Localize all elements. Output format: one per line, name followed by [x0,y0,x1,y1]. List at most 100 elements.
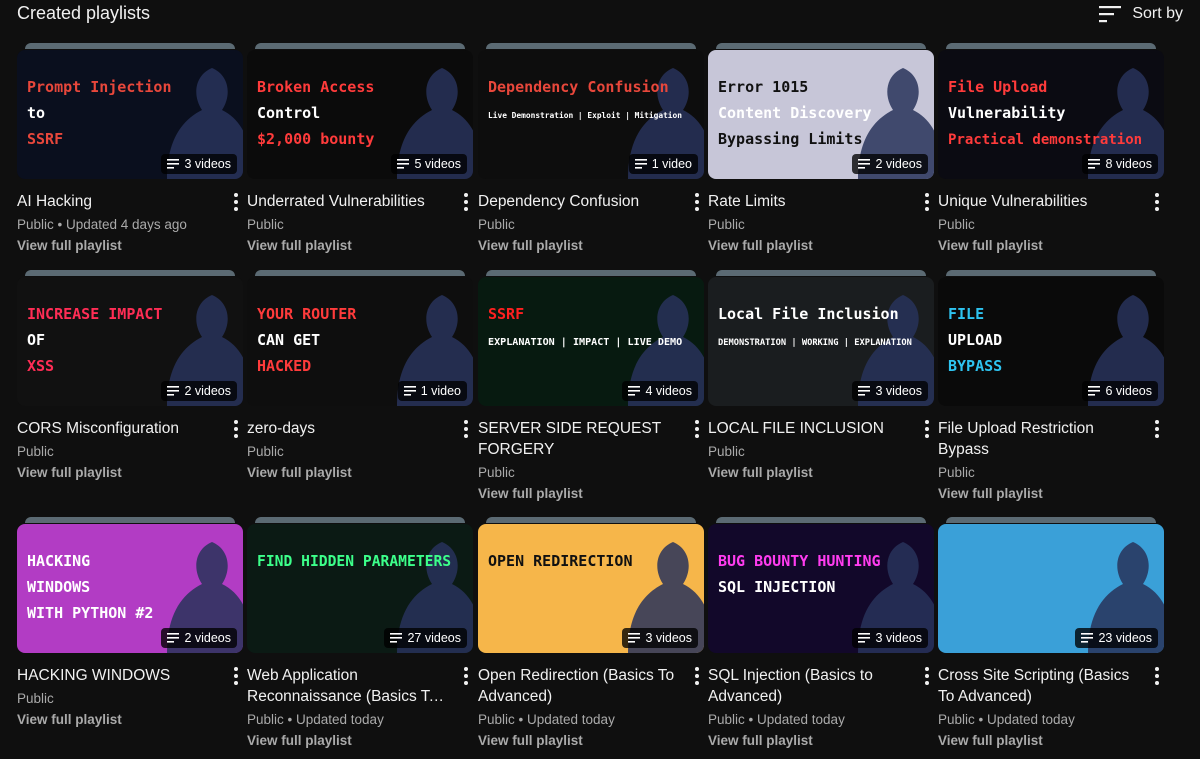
playlist-icon [167,386,180,396]
playlist-card[interactable]: Broken Access Control $2,000 bounty 5 vide… [247,43,473,257]
playlist-thumbnail-stack[interactable]: FILE UPLOAD BYPASS 6 videos [938,270,1164,406]
playlist-thumbnail-stack[interactable]: Prompt Injection to SSRF 3 videos [17,43,243,179]
view-full-playlist-link[interactable]: View full playlist [938,730,1164,752]
playlist-thumbnail-stack[interactable]: INCREASE IMPACT OF XSS 2 videos [17,270,243,406]
playlist-card[interactable]: YOUR ROUTER CAN GET HACKED 1 video zero-da… [247,270,473,484]
playlist-thumbnail-stack[interactable]: OPEN REDIRECTION 3 videos [478,517,704,653]
playlist-title[interactable]: HACKING WINDOWS [17,665,215,686]
playlist-thumbnail-stack[interactable]: Error 1015 Content Discovery Bypassing Lim… [708,43,934,179]
sort-button[interactable]: Sort by [1098,2,1183,26]
playlist-thumbnail-stack[interactable]: 23 videos [938,517,1164,653]
playlist-title[interactable]: Cross Site Scripting (Basics To Advanced… [938,665,1136,707]
view-full-playlist-link[interactable]: View full playlist [478,235,704,257]
playlist-thumbnail-stack[interactable]: Broken Access Control $2,000 bounty 5 vide… [247,43,473,179]
playlist-card[interactable]: Local File Inclusion DEMONSTRATION | WORK… [708,270,934,484]
playlist-stack-edge [946,43,1156,49]
thumbnail-text: $2,000 bounty [257,130,374,148]
playlist-thumbnail-stack[interactable]: Dependency Confusion Live Demonstration |… [478,43,704,179]
more-vert-icon [234,193,238,211]
more-actions-button[interactable] [1148,191,1166,213]
playlist-title[interactable]: LOCAL FILE INCLUSION [708,418,906,439]
more-actions-button[interactable] [457,665,475,687]
playlist-card[interactable]: INCREASE IMPACT OF XSS 2 videos CORS Misco… [17,270,243,484]
video-count-badge: 4 videos [622,381,698,401]
playlist-title[interactable]: Web Application Reconnaissance (Basics T… [247,665,445,707]
video-count-badge: 2 videos [161,628,237,648]
playlist-title[interactable]: SQL Injection (Basics to Advanced) [708,665,906,707]
view-full-playlist-link[interactable]: View full playlist [17,462,243,484]
view-full-playlist-link[interactable]: View full playlist [708,730,934,752]
video-count: 1 video [651,157,692,171]
view-full-playlist-link[interactable]: View full playlist [938,235,1164,257]
playlist-card[interactable]: BUG BOUNTY HUNTING SQL INJECTION 3 videos… [708,517,934,752]
playlist-title[interactable]: Dependency Confusion [478,191,676,212]
video-count-badge: 3 videos [852,381,928,401]
more-actions-button[interactable] [1148,418,1166,440]
more-actions-button[interactable] [1148,665,1166,687]
playlist-title[interactable]: SERVER SIDE REQUEST FORGERY [478,418,676,460]
view-full-playlist-link[interactable]: View full playlist [478,730,704,752]
more-actions-button[interactable] [457,418,475,440]
more-actions-button[interactable] [688,665,706,687]
view-full-playlist-link[interactable]: View full playlist [938,483,1164,505]
playlist-card[interactable]: SSRF EXPLANATION | IMPACT | LIVE DEMO 4 v… [478,270,704,505]
view-full-playlist-link[interactable]: View full playlist [247,730,473,752]
playlist-title[interactable]: CORS Misconfiguration [17,418,215,439]
playlist-card[interactable]: Prompt Injection to SSRF 3 videos AI Hacki… [17,43,243,257]
thumbnail-text: UPLOAD [948,331,1002,349]
playlist-meta: Public • Updated today [247,712,384,727]
playlist-icon [1081,633,1094,643]
view-full-playlist-link[interactable]: View full playlist [708,462,934,484]
playlist-card[interactable]: HACKING WINDOWS WITH PYTHON #2 2 videos HA… [17,517,243,731]
playlist-card[interactable]: OPEN REDIRECTION 3 videos Open Redirecti… [478,517,704,752]
more-actions-button[interactable] [688,418,706,440]
more-actions-button[interactable] [227,418,245,440]
playlist-thumbnail-stack[interactable]: Local File Inclusion DEMONSTRATION | WORK… [708,270,934,406]
playlist-meta: Public [17,691,54,706]
thumbnail-text: Error 1015 [718,78,808,96]
more-vert-icon [234,667,238,685]
more-actions-button[interactable] [918,191,936,213]
playlist-title[interactable]: Underrated Vulnerabilities [247,191,445,212]
playlist-card[interactable]: Dependency Confusion Live Demonstration |… [478,43,704,257]
thumbnail-text: HACKED [257,357,311,375]
playlist-card[interactable]: Error 1015 Content Discovery Bypassing Lim… [708,43,934,257]
playlist-thumbnail-stack[interactable]: BUG BOUNTY HUNTING SQL INJECTION 3 videos [708,517,934,653]
view-full-playlist-link[interactable]: View full playlist [247,235,473,257]
playlist-thumbnail-stack[interactable]: File Upload Vulnerability Practical demons… [938,43,1164,179]
view-full-playlist-link[interactable]: View full playlist [17,235,243,257]
playlist-title[interactable]: zero-days [247,418,445,439]
playlist-title[interactable]: Open Redirection (Basics To Advanced) [478,665,676,707]
playlist-thumbnail-stack[interactable]: FIND HIDDEN PARAMETERS 27 videos [247,517,473,653]
playlist-title[interactable]: File Upload Restriction Bypass [938,418,1136,460]
playlist-meta: Public [478,217,515,232]
playlist-title[interactable]: Rate Limits [708,191,906,212]
playlist-thumbnail-stack[interactable]: SSRF EXPLANATION | IMPACT | LIVE DEMO 4 v… [478,270,704,406]
playlist-card[interactable]: FILE UPLOAD BYPASS 6 videos File Upload Re… [938,270,1164,505]
playlist-icon [403,386,416,396]
view-full-playlist-link[interactable]: View full playlist [247,462,473,484]
view-full-playlist-link[interactable]: View full playlist [478,483,704,505]
more-actions-button[interactable] [918,418,936,440]
more-actions-button[interactable] [227,191,245,213]
playlist-thumbnail-stack[interactable]: YOUR ROUTER CAN GET HACKED 1 video [247,270,473,406]
playlist-card[interactable]: File Upload Vulnerability Practical demons… [938,43,1164,257]
more-actions-button[interactable] [918,665,936,687]
video-count: 2 videos [875,157,922,171]
view-full-playlist-link[interactable]: View full playlist [708,235,934,257]
playlist-thumbnail-stack[interactable]: HACKING WINDOWS WITH PYTHON #2 2 videos [17,517,243,653]
more-actions-button[interactable] [688,191,706,213]
playlist-stack-edge [255,43,465,49]
playlist-card[interactable]: 23 videos Cross Site Scripting (Basics T… [938,517,1164,752]
video-count: 5 videos [414,157,461,171]
more-vert-icon [234,420,238,438]
more-actions-button[interactable] [227,665,245,687]
playlist-title[interactable]: Unique Vulnerabilities [938,191,1136,212]
playlist-icon [167,633,180,643]
playlist-icon [858,159,871,169]
playlist-card[interactable]: FIND HIDDEN PARAMETERS 27 videos Web App… [247,517,473,752]
view-full-playlist-link[interactable]: View full playlist [17,709,243,731]
thumbnail-text: to [27,104,45,122]
more-actions-button[interactable] [457,191,475,213]
playlist-title[interactable]: AI Hacking [17,191,215,212]
